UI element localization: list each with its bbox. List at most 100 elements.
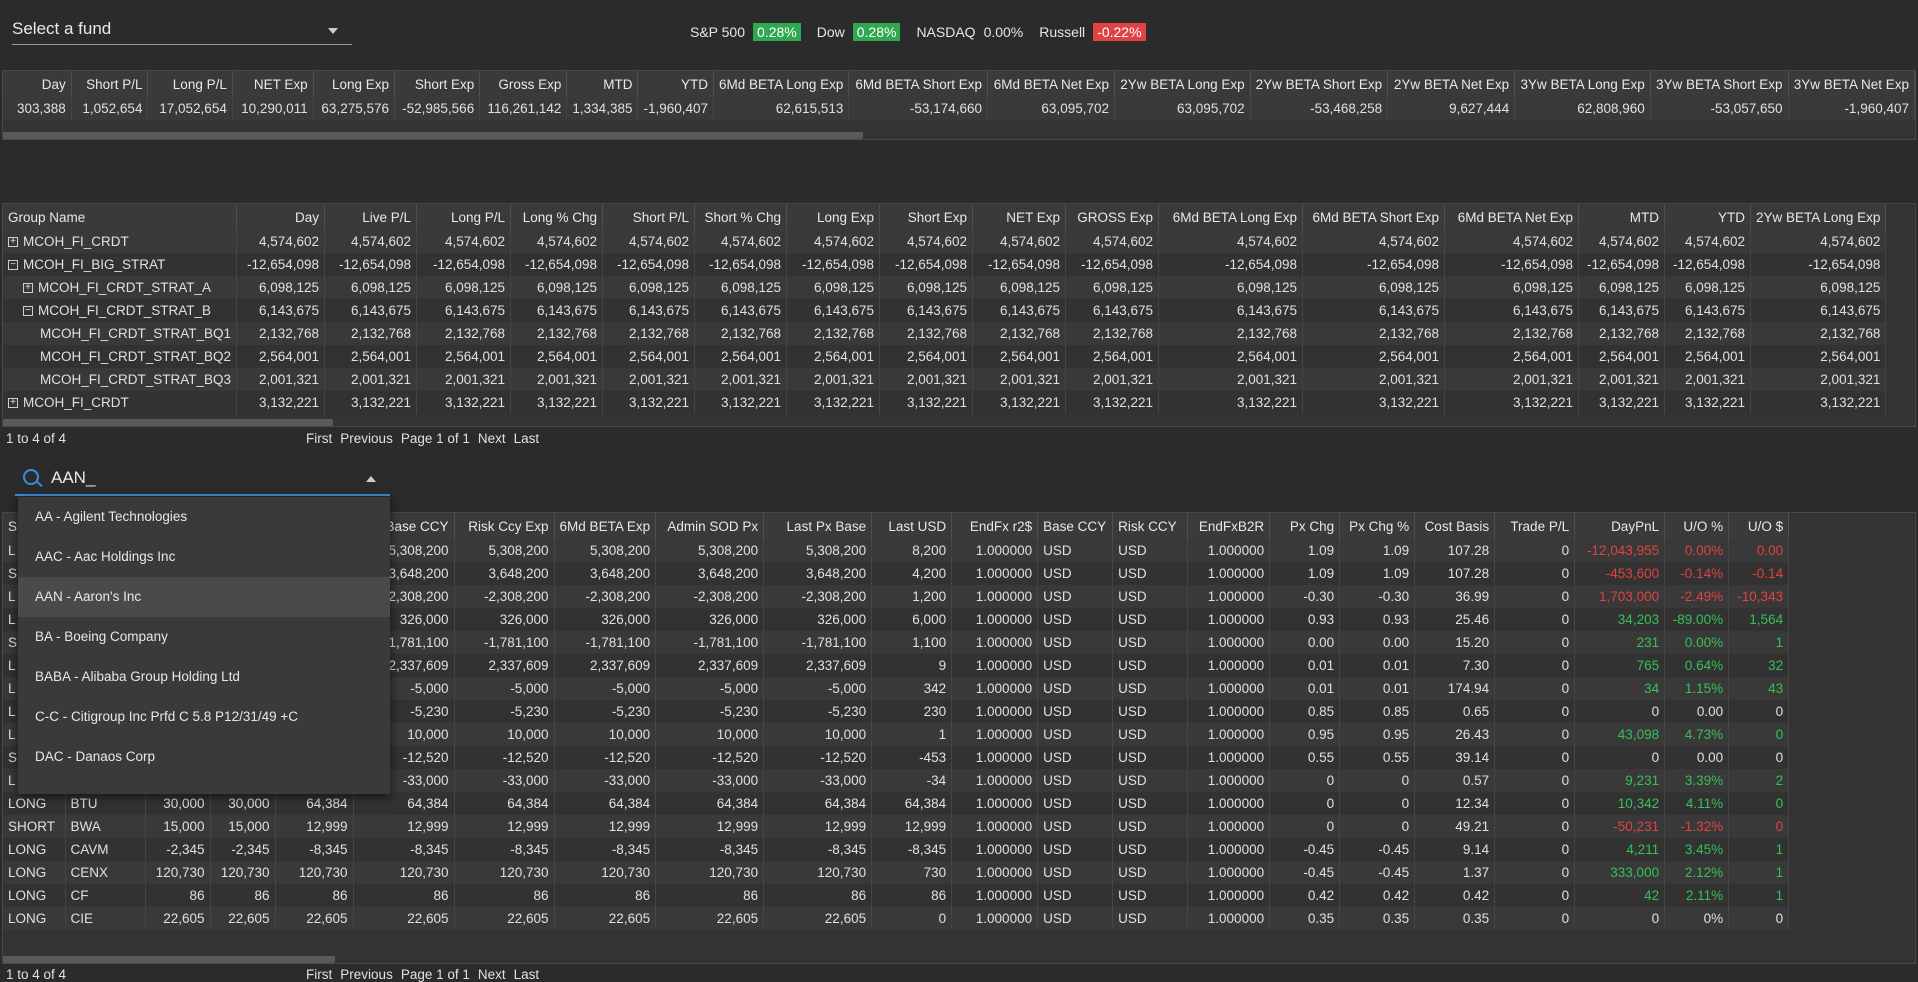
column-header[interactable]: 2Yw BETA Short Exp: [1250, 71, 1389, 97]
group-row[interactable]: MCOH_FI_CRDT_STRAT_BQ2 2,564,001 2,564,001…: [3, 345, 1887, 368]
column-header[interactable]: MTD: [566, 71, 639, 97]
column-header[interactable]: NET Exp: [972, 204, 1067, 230]
column-header[interactable]: DayPnL: [1574, 513, 1666, 539]
group-row[interactable]: MCOH_FI_CRDT_STRAT_BQ1 2,132,768 2,132,768…: [3, 322, 1887, 345]
column-header[interactable]: Short Exp: [879, 204, 974, 230]
column-header[interactable]: Long P/L: [147, 71, 233, 97]
table-cell: 1,052,654: [71, 97, 149, 120]
column-header[interactable]: Short % Chg: [694, 204, 788, 230]
chevron-down-icon[interactable]: [328, 28, 338, 34]
table-row[interactable]: 303,388 1,052,654 17,052,654 10,290,011 63,2…: [3, 97, 1915, 120]
pager-next[interactable]: Next: [478, 431, 506, 446]
column-header[interactable]: Long P/L: [416, 204, 512, 230]
group-row[interactable]: − MCOH_FI_BIG_STRAT -12,654,098 -12,654,098…: [3, 253, 1887, 276]
column-header[interactable]: 3Yw BETA Long Exp: [1514, 71, 1651, 97]
expand-icon[interactable]: +: [8, 398, 18, 409]
column-header[interactable]: 6Md BETA Net Exp: [987, 71, 1116, 97]
chevron-up-icon[interactable]: [366, 476, 376, 482]
column-header[interactable]: MTD: [1578, 204, 1666, 230]
column-header[interactable]: Long Exp: [786, 204, 881, 230]
search-input[interactable]: AAN_: [51, 468, 95, 488]
group-row[interactable]: + MCOH_FI_CRDT_STRAT_A 6,098,125 6,098,125 6…: [3, 276, 1887, 299]
collapse-icon[interactable]: −: [23, 306, 33, 317]
column-header[interactable]: Cost Basis: [1414, 513, 1496, 539]
summary-scrollbar[interactable]: [3, 132, 863, 139]
column-header[interactable]: NET Exp: [232, 71, 314, 97]
column-header[interactable]: Short P/L: [71, 71, 149, 97]
group-scrollbar[interactable]: [3, 419, 333, 426]
column-header[interactable]: 3Yw BETA Net Exp: [1788, 71, 1915, 97]
dropdown-option[interactable]: BABA - Alibaba Group Holding Ltd: [18, 657, 390, 697]
column-header[interactable]: Risk Ccy Exp: [454, 513, 555, 539]
pager-first[interactable]: First: [306, 967, 332, 982]
collapse-icon[interactable]: −: [8, 260, 18, 271]
pager-previous[interactable]: Previous: [340, 431, 393, 446]
column-header[interactable]: 6Md BETA Exp: [554, 513, 657, 539]
group-row[interactable]: + MCOH_FI_CRDT 4,574,602 4,574,602 4,574,602…: [3, 230, 1887, 253]
group-row[interactable]: + MCOH_FI_CRDT 3,132,221 3,132,221 3,132,221…: [3, 391, 1887, 414]
column-header[interactable]: Group Name: [3, 204, 238, 230]
column-header[interactable]: Short P/L: [602, 204, 696, 230]
column-header[interactable]: Day: [3, 71, 72, 97]
column-header[interactable]: YTD: [637, 71, 715, 97]
column-header[interactable]: U/O %: [1664, 513, 1730, 539]
column-header[interactable]: Day: [236, 204, 326, 230]
column-header[interactable]: Px Chg %: [1339, 513, 1416, 539]
table-cell: 3,132,221: [510, 391, 604, 414]
position-row[interactable]: LONG CENX 120,730 120,730 120,730 120,730 120,…: [3, 861, 1790, 884]
column-header[interactable]: EndFx r2$: [951, 513, 1039, 539]
position-row[interactable]: LONG CF 86 86 86 86 86 86 86 86 86 1.000000 USD USD 1.…: [3, 884, 1790, 907]
group-row[interactable]: MCOH_FI_CRDT_STRAT_BQ3 2,001,321 2,001,321…: [3, 368, 1887, 391]
fund-select[interactable]: Select a fund: [12, 14, 352, 45]
column-header[interactable]: 2Yw BETA Net Exp: [1387, 71, 1516, 97]
column-header[interactable]: Live P/L: [324, 204, 418, 230]
dropdown-option[interactable]: AAC - Aac Holdings Inc: [18, 537, 390, 577]
column-header[interactable]: Admin SOD Px: [655, 513, 765, 539]
pager-first[interactable]: First: [306, 431, 332, 446]
risk-ccy-cell: USD: [1112, 792, 1189, 815]
column-header[interactable]: 2Yw BETA Long Exp: [1750, 204, 1887, 230]
column-header[interactable]: Risk CCY: [1112, 513, 1189, 539]
pager-last[interactable]: Last: [514, 431, 540, 446]
dropdown-option[interactable]: AAN - Aaron's Inc: [18, 577, 390, 617]
column-header[interactable]: Px Chg: [1269, 513, 1341, 539]
column-header[interactable]: Long Exp: [313, 71, 396, 97]
column-header[interactable]: 2Yw BETA Long Exp: [1114, 71, 1251, 97]
column-header[interactable]: GROSS Exp: [1065, 204, 1160, 230]
column-header[interactable]: EndFxB2R: [1187, 513, 1271, 539]
column-header[interactable]: Short Exp: [394, 71, 481, 97]
expand-icon[interactable]: +: [8, 237, 18, 248]
group-row[interactable]: − MCOH_FI_CRDT_STRAT_B 6,143,675 6,143,675 6…: [3, 299, 1887, 322]
table-cell: 4,574,602: [1664, 230, 1752, 253]
column-header[interactable]: U/O $: [1728, 513, 1790, 539]
column-header[interactable]: YTD: [1664, 204, 1752, 230]
position-row[interactable]: LONG CAVM -2,345 -2,345 -8,345 -8,345 -8,345 -8…: [3, 838, 1790, 861]
dropdown-option[interactable]: DAC - Danaos Corp: [18, 737, 390, 777]
position-row[interactable]: LONG CIE 22,605 22,605 22,605 22,605 22,605 22,…: [3, 907, 1790, 930]
exp-usd-cell: 12,999: [275, 815, 354, 838]
expand-icon[interactable]: +: [23, 283, 33, 294]
pager-next[interactable]: Next: [478, 967, 506, 982]
security-search[interactable]: AAN_: [15, 462, 390, 496]
column-header[interactable]: Trade P/L: [1494, 513, 1576, 539]
column-header[interactable]: 6Md BETA Long Exp: [1158, 204, 1304, 230]
column-header[interactable]: 6Md BETA Net Exp: [1444, 204, 1580, 230]
column-header[interactable]: Gross Exp: [479, 71, 568, 97]
column-header[interactable]: 6Md BETA Long Exp: [713, 71, 850, 97]
pager-last[interactable]: Last: [514, 967, 540, 982]
dropdown-option[interactable]: BA - Boeing Company: [18, 617, 390, 657]
pager-previous[interactable]: Previous: [340, 967, 393, 982]
dropdown-option[interactable]: AA - Agilent Technologies: [18, 497, 390, 537]
column-header[interactable]: Long % Chg: [510, 204, 604, 230]
table-cell: 3,132,221: [1158, 391, 1304, 414]
position-row[interactable]: SHORT BWA 15,000 15,000 12,999 12,999 12,999 12…: [3, 815, 1790, 838]
column-header[interactable]: 6Md BETA Short Exp: [848, 71, 988, 97]
column-header[interactable]: Base CCY: [1037, 513, 1114, 539]
column-header[interactable]: 3Yw BETA Short Exp: [1650, 71, 1789, 97]
column-header[interactable]: Last Px Base: [763, 513, 873, 539]
column-header[interactable]: Last USD: [871, 513, 953, 539]
dropdown-option[interactable]: C-C - Citigroup Inc Prfd C 5.8 P12/31/49…: [18, 697, 390, 737]
column-header[interactable]: 6Md BETA Short Exp: [1302, 204, 1446, 230]
position-row[interactable]: LONG BTU 30,000 30,000 64,384 64,384 64,384 64,…: [3, 792, 1790, 815]
positions-scrollbar[interactable]: [3, 956, 335, 963]
